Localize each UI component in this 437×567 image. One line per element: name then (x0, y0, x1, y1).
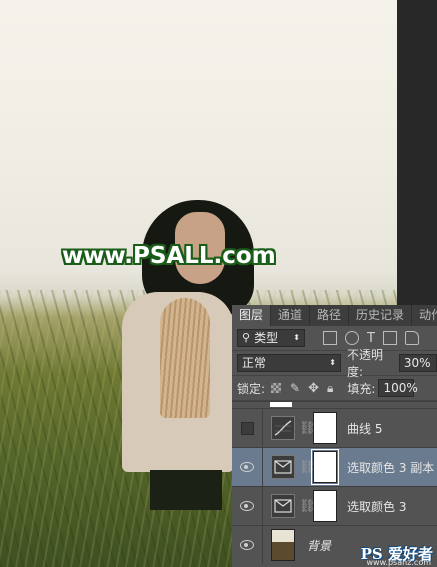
panel-tabs: 图层 通道 路径 历史记录 动作 (232, 305, 437, 326)
eye-icon (240, 501, 254, 511)
lock-label: 锁定: (237, 381, 266, 396)
girl-legs (150, 470, 222, 510)
fill-label: 填充: (347, 381, 376, 396)
visibility-toggle[interactable] (232, 409, 263, 447)
blend-mode-value: 正常 (242, 356, 267, 370)
tab-history[interactable]: 历史记录 (349, 305, 413, 326)
hidden-visibility-box (240, 421, 254, 435)
lock-all-icon[interactable]: 🔒︎ (327, 381, 333, 396)
opacity-input[interactable]: 30% (398, 354, 437, 372)
layer-filter-label: 类型 (254, 331, 279, 345)
chevron-updown-icon: ⬍ (293, 333, 300, 342)
blend-mode-select[interactable]: 正常 ⬍ (237, 354, 341, 372)
clipped-layer-thumb-edge (270, 402, 292, 407)
background-layer-thumbnail[interactable] (271, 529, 295, 561)
layer-name[interactable]: 曲线 5 (347, 420, 382, 437)
link-icon[interactable]: ⛓ (299, 499, 316, 514)
layer-list-scroll-edge (232, 401, 437, 408)
dried-flower-bouquet (160, 298, 210, 418)
layer-name[interactable]: 选取颜色 3 副本 (347, 459, 434, 476)
selective-color-adjustment-icon (271, 494, 295, 518)
layer-mask-thumbnail[interactable] (313, 412, 337, 444)
selective-color-adjustment-icon (271, 455, 295, 479)
blend-row: 正常 ⬍ 不透明度: 30% (232, 348, 437, 379)
layer-filter-row: ⚲ 类型 ⬍ T (232, 326, 437, 351)
shape-filter-icon[interactable] (382, 331, 397, 345)
search-icon: ⚲ (242, 331, 251, 344)
adjustment-filter-icon[interactable] (345, 331, 359, 345)
lock-row: 锁定: ✎ ✥ 🔒︎ 填充: 100% (232, 376, 437, 401)
opacity-label: 不透明度: (346, 348, 383, 379)
layer-row[interactable]: ⛓ 选取颜色 3 副本 (232, 447, 437, 486)
lock-image-pixels-icon[interactable]: ✎ (290, 381, 300, 395)
visibility-toggle[interactable] (232, 487, 263, 525)
type-filter-icon[interactable]: T (367, 331, 375, 346)
visibility-toggle[interactable] (232, 526, 263, 564)
curves-adjustment-icon (271, 416, 295, 440)
tab-actions[interactable]: 动作 (412, 305, 437, 326)
layer-mask-thumbnail[interactable] (311, 449, 339, 485)
layer-row[interactable]: ⛓ 选取颜色 3 (232, 486, 437, 525)
lock-transparent-pixels-icon[interactable] (271, 383, 282, 393)
smart-object-filter-icon[interactable] (404, 331, 419, 345)
tab-channels[interactable]: 通道 (271, 305, 311, 326)
eye-icon (240, 540, 254, 550)
chevron-updown-icon: ⬍ (329, 358, 336, 367)
pixel-filter-icon[interactable] (323, 331, 337, 345)
tab-layers[interactable]: 图层 (232, 305, 272, 326)
visibility-toggle[interactable] (232, 448, 263, 486)
layer-row[interactable]: ⛓ 曲线 5 (232, 408, 437, 447)
layer-name[interactable]: 选取颜色 3 (347, 498, 406, 515)
ps-url: www.psahz.com (366, 558, 431, 567)
lock-position-icon[interactable]: ✥ (308, 381, 319, 396)
psall-watermark: www.PSALL.com (62, 243, 276, 269)
fill-input[interactable]: 100% (378, 379, 418, 397)
link-icon[interactable]: ⛓ (299, 421, 316, 436)
layer-filter-select[interactable]: ⚲ 类型 ⬍ (237, 329, 305, 347)
layers-panel: 图层 通道 路径 历史记录 动作 ⚲ 类型 ⬍ T 正常 ⬍ 不透明度: 30%… (232, 305, 437, 567)
layer-mask-thumbnail[interactable] (313, 490, 337, 522)
layer-name[interactable]: 背景 (307, 537, 331, 554)
link-icon[interactable]: ⛓ (299, 460, 316, 475)
tab-paths[interactable]: 路径 (310, 305, 350, 326)
eye-icon (240, 462, 254, 472)
